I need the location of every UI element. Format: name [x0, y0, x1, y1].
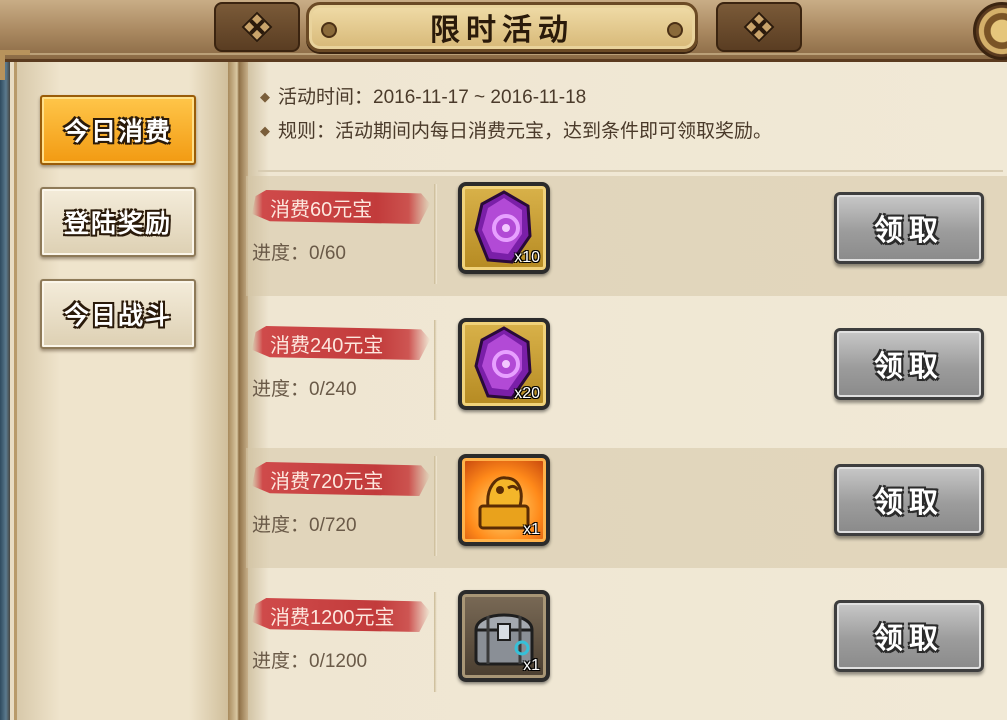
- item-quantity: x1: [523, 657, 540, 674]
- reward-row: 消费240元宝 进度：0/240 x20 领取: [246, 312, 1007, 432]
- cost-text: 消费240元宝: [270, 334, 384, 357]
- event-time: ◆ 活动时间：2016-11-17 ~ 2016-11-18: [260, 82, 586, 109]
- tab-label: 今日战斗: [63, 301, 172, 330]
- tab-label: 今日消费: [63, 117, 172, 146]
- cost-text: 消费720元宝: [270, 470, 384, 493]
- golden-seal-icon[interactable]: x1: [458, 454, 550, 546]
- progress-text: 进度：0/1200: [252, 651, 368, 672]
- claim-button-label: 领取: [873, 485, 944, 519]
- purple-gem-icon[interactable]: x10: [458, 182, 550, 274]
- bullet-icon: ◆: [260, 89, 270, 104]
- row-divider: [434, 592, 437, 692]
- divider: [258, 170, 1003, 172]
- claim-button-label: 领取: [873, 621, 944, 655]
- book-spine: [228, 62, 248, 720]
- bullet-icon: ◆: [260, 123, 270, 138]
- row-divider: [434, 184, 437, 284]
- event-rule-text: 规则：活动期间内每日消费元宝，达到条件即可领取奖励。: [278, 121, 773, 142]
- progress-text: 进度：0/60: [252, 243, 346, 264]
- tab-login-reward[interactable]: 登陆奖励: [40, 187, 196, 257]
- cost-banner: 消费240元宝: [252, 326, 430, 360]
- tab-daily-battle[interactable]: 今日战斗: [40, 279, 196, 349]
- tab-label: 登陆奖励: [63, 209, 172, 238]
- event-rule: ◆ 规则：活动期间内每日消费元宝，达到条件即可领取奖励。: [260, 116, 772, 143]
- item-quantity: x1: [523, 521, 540, 538]
- claim-button[interactable]: 领取: [834, 464, 984, 536]
- tab-daily-spending[interactable]: 今日消费: [40, 95, 196, 165]
- purple-gem-icon[interactable]: x20: [458, 318, 550, 410]
- header-ornament-left: [214, 2, 300, 52]
- item-quantity: x20: [514, 385, 540, 402]
- cost-banner: 消费1200元宝: [252, 598, 430, 632]
- treasure-chest-icon[interactable]: x1: [458, 590, 550, 682]
- row-divider: [434, 320, 437, 420]
- progress-text: 进度：0/240: [252, 379, 357, 400]
- cost-banner: 消费60元宝: [252, 190, 430, 224]
- cost-text: 消费1200元宝: [270, 606, 395, 629]
- claim-button-label: 领取: [873, 213, 944, 247]
- progress-text: 进度：0/720: [252, 515, 357, 536]
- claim-button[interactable]: 领取: [834, 192, 984, 264]
- page-title: 限时活动: [430, 13, 574, 48]
- reward-row: 消费720元宝 进度：0/720 x1 领取: [246, 448, 1007, 568]
- header-ornament-right: [716, 2, 802, 52]
- item-quantity: x10: [514, 249, 540, 266]
- claim-button-label: 领取: [873, 349, 944, 383]
- claim-button[interactable]: 领取: [834, 600, 984, 672]
- reward-row: 消费1200元宝 进度：0/1200 x1 领取: [246, 584, 1007, 704]
- frame-corner: [0, 50, 30, 80]
- event-time-text: 活动时间：2016-11-17 ~ 2016-11-18: [278, 87, 587, 108]
- reward-row: 消费60元宝 进度：0/60 x10 领取: [246, 176, 1007, 296]
- row-divider: [434, 456, 437, 556]
- cost-banner: 消费720元宝: [252, 462, 430, 496]
- claim-button[interactable]: 领取: [834, 328, 984, 400]
- title-plaque: 限时活动: [306, 2, 698, 52]
- cost-text: 消费60元宝: [270, 198, 373, 221]
